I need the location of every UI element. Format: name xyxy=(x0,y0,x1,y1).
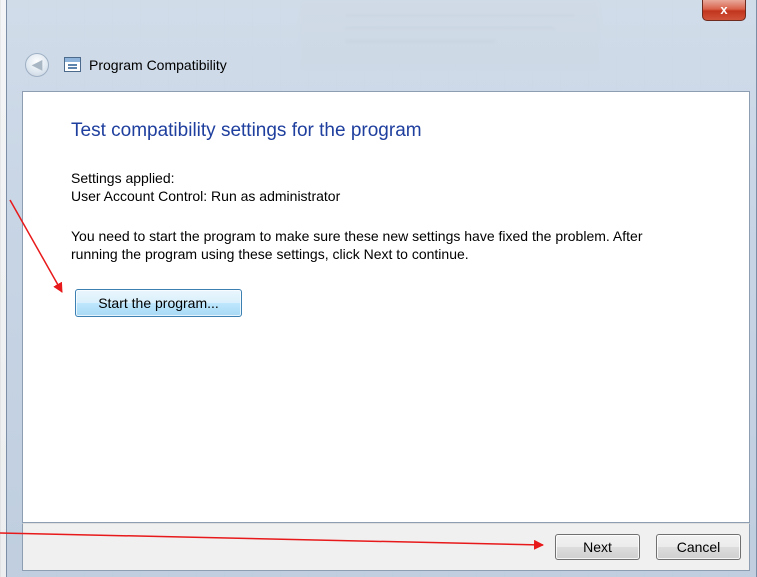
settings-applied-value: User Account Control: Run as administrat… xyxy=(71,188,341,204)
back-arrow-icon: ◀ xyxy=(31,56,43,72)
window-title: Program Compatibility xyxy=(89,57,227,73)
program-compatibility-dialog: x ◀ Program Compatibility Test compatibi… xyxy=(6,0,757,577)
program-compatibility-icon xyxy=(64,57,81,72)
page-heading: Test compatibility settings for the prog… xyxy=(71,120,422,141)
wizard-content: Test compatibility settings for the prog… xyxy=(22,91,750,523)
back-button[interactable]: ◀ xyxy=(25,53,49,77)
settings-applied-label: Settings applied: xyxy=(71,170,175,186)
close-button[interactable]: x xyxy=(702,0,746,21)
start-program-button[interactable]: Start the program... xyxy=(75,289,242,317)
instructions-line-1: You need to start the program to make su… xyxy=(71,228,643,244)
close-icon: x xyxy=(720,2,728,17)
wizard-footer: Next Cancel xyxy=(22,523,750,571)
instructions-line-2: running the program using these settings… xyxy=(71,246,469,262)
cancel-button[interactable]: Cancel xyxy=(656,534,741,560)
next-button[interactable]: Next xyxy=(555,534,640,560)
